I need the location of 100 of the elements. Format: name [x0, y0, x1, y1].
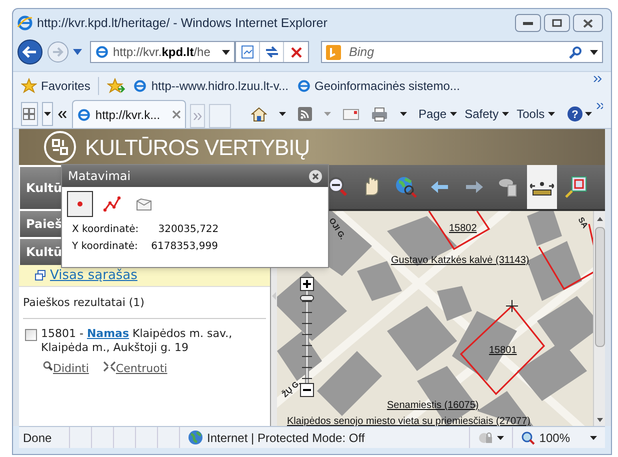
maximize-button[interactable] [544, 14, 570, 32]
double-chevron-left-icon [58, 110, 67, 118]
minimize-icon [523, 21, 533, 25]
security-zone: Internet | Protected Mode: Off [207, 430, 365, 446]
dropdown-arrow-icon[interactable] [590, 50, 598, 54]
close-icon [583, 18, 593, 28]
dropdown-arrow-icon[interactable] [497, 436, 504, 440]
tab-list-button[interactable] [42, 102, 53, 126]
maximize-icon [552, 19, 562, 27]
page-icon [133, 78, 148, 92]
printer-icon[interactable] [370, 106, 388, 122]
map-label[interactable]: Gustavo Katzkės kalvė (31143) [391, 253, 530, 268]
coordinate-value: 320035,722 [157, 223, 219, 237]
dropdown-arrow-icon [502, 112, 509, 116]
scrollbar-thumb[interactable] [594, 227, 604, 347]
search-field[interactable]: Bing [321, 41, 603, 63]
add-favorite-icon[interactable] [107, 78, 126, 94]
dialog-title: Matavimai [68, 168, 131, 185]
dropdown-arrow-icon [44, 112, 51, 116]
crosshair-icon [506, 300, 518, 312]
dropdown-arrow-icon[interactable] [400, 112, 407, 116]
zoom-out-tool-icon [326, 175, 350, 199]
back-button[interactable] [17, 39, 43, 65]
close-button[interactable] [309, 170, 322, 182]
plus-icon [303, 280, 311, 288]
help-icon: ? [566, 106, 583, 122]
favorite-link[interactable]: Geoinformacinės sistemo... [296, 76, 460, 94]
quick-tabs-button[interactable] [21, 102, 38, 126]
search-placeholder: Bing [349, 44, 374, 61]
zoom-level[interactable]: 100% [539, 428, 570, 446]
status-text: Done [22, 430, 53, 446]
dropdown-arrow-icon[interactable] [222, 50, 230, 54]
magnifier-icon [43, 360, 53, 370]
address-field[interactable]: http://kvr.kpd.lt/he [90, 41, 235, 63]
polyline-icon [103, 196, 121, 212]
zoom-in-button[interactable] [300, 277, 314, 291]
measure-tool-button[interactable] [67, 191, 93, 217]
coordinate-label: Y koordinatė: [72, 240, 138, 254]
action-link[interactable]: Centruoti [102, 360, 168, 377]
browser-tab[interactable]: http://kvr.k... [72, 100, 186, 128]
zoom-icon [521, 430, 536, 444]
window-link-icon [35, 270, 46, 281]
grid-icon [23, 108, 36, 120]
page-icon [95, 45, 109, 59]
star-icon [21, 78, 37, 94]
close-icon [312, 172, 319, 180]
search-icon[interactable] [569, 46, 582, 58]
page-icon [77, 108, 92, 122]
chevron-icon[interactable] [596, 103, 603, 109]
map-tool-button[interactable] [527, 165, 557, 209]
result-link[interactable]: Namas [86, 326, 130, 340]
dropdown-arrow-icon[interactable] [590, 436, 597, 440]
action-link[interactable]: Didinti [43, 360, 89, 377]
page-icon [296, 78, 311, 92]
scrollbar[interactable] [593, 211, 605, 426]
search-engine-logo-icon [326, 44, 341, 60]
zoom-slider-thumb[interactable] [300, 295, 314, 302]
double-chevron-right-icon [193, 112, 202, 120]
refresh-icon [264, 46, 278, 58]
polygon-icon [136, 198, 152, 210]
map-label[interactable]: 15802 [449, 221, 477, 236]
menu-button[interactable]: Tools [516, 105, 555, 123]
favorites-button[interactable]: Favorites [21, 76, 100, 94]
minus-icon [303, 386, 311, 394]
close-tab-icon[interactable] [172, 110, 182, 119]
zoom-out-button[interactable] [300, 383, 314, 397]
menu-button[interactable]: Page [418, 105, 457, 123]
favorite-link[interactable]: http--www.hidro.lzuu.lt-v... [133, 76, 289, 94]
down-arrow-icon[interactable] [596, 418, 602, 422]
browser-logo-icon [17, 15, 33, 31]
street-label: ŽŲ G. [280, 377, 304, 401]
address-text: http://kvr.kpd.lt/he [113, 44, 210, 61]
extent-tool-icon [564, 175, 588, 199]
up-arrow-icon[interactable] [596, 217, 602, 221]
mail-icon[interactable] [342, 108, 359, 120]
result-text: 15801 - Namas Klaipėdos m. sav., Klaipėda m., Aukštoji g. 19 [41, 326, 234, 354]
globe-icon [188, 430, 203, 445]
zoom-slider[interactable] [299, 277, 315, 397]
help-button[interactable]: ? [566, 106, 592, 122]
street-label: OJI G. [326, 216, 348, 242]
feed-icon[interactable] [298, 107, 312, 121]
dropdown-arrow-icon [584, 112, 592, 116]
menu-button[interactable]: Safety [464, 105, 509, 123]
home-icon[interactable] [250, 106, 267, 122]
identify-tool-icon [394, 175, 418, 199]
coordinate-value: 6178353,999 [150, 240, 218, 254]
dropdown-arrow-icon [450, 112, 457, 116]
banner-title: KULTŪROS VERTYBIŲ [85, 134, 310, 162]
document-icon [241, 45, 254, 59]
checkbox[interactable] [25, 328, 37, 340]
close-icon [290, 46, 302, 58]
window-title: http://kvr.kpd.lt/heritage/ - Windows Internet Explorer [37, 14, 328, 32]
point-icon [76, 200, 84, 208]
minimize-button[interactable] [515, 14, 541, 32]
dropdown-arrow-icon[interactable] [278, 112, 286, 116]
dropdown-arrow-icon [548, 112, 555, 116]
close-button[interactable] [573, 14, 603, 32]
results-heading: Paieškos rezultatai (1) [23, 295, 266, 318]
chevron-icon[interactable] [593, 76, 603, 82]
street-label: SA [575, 215, 591, 231]
